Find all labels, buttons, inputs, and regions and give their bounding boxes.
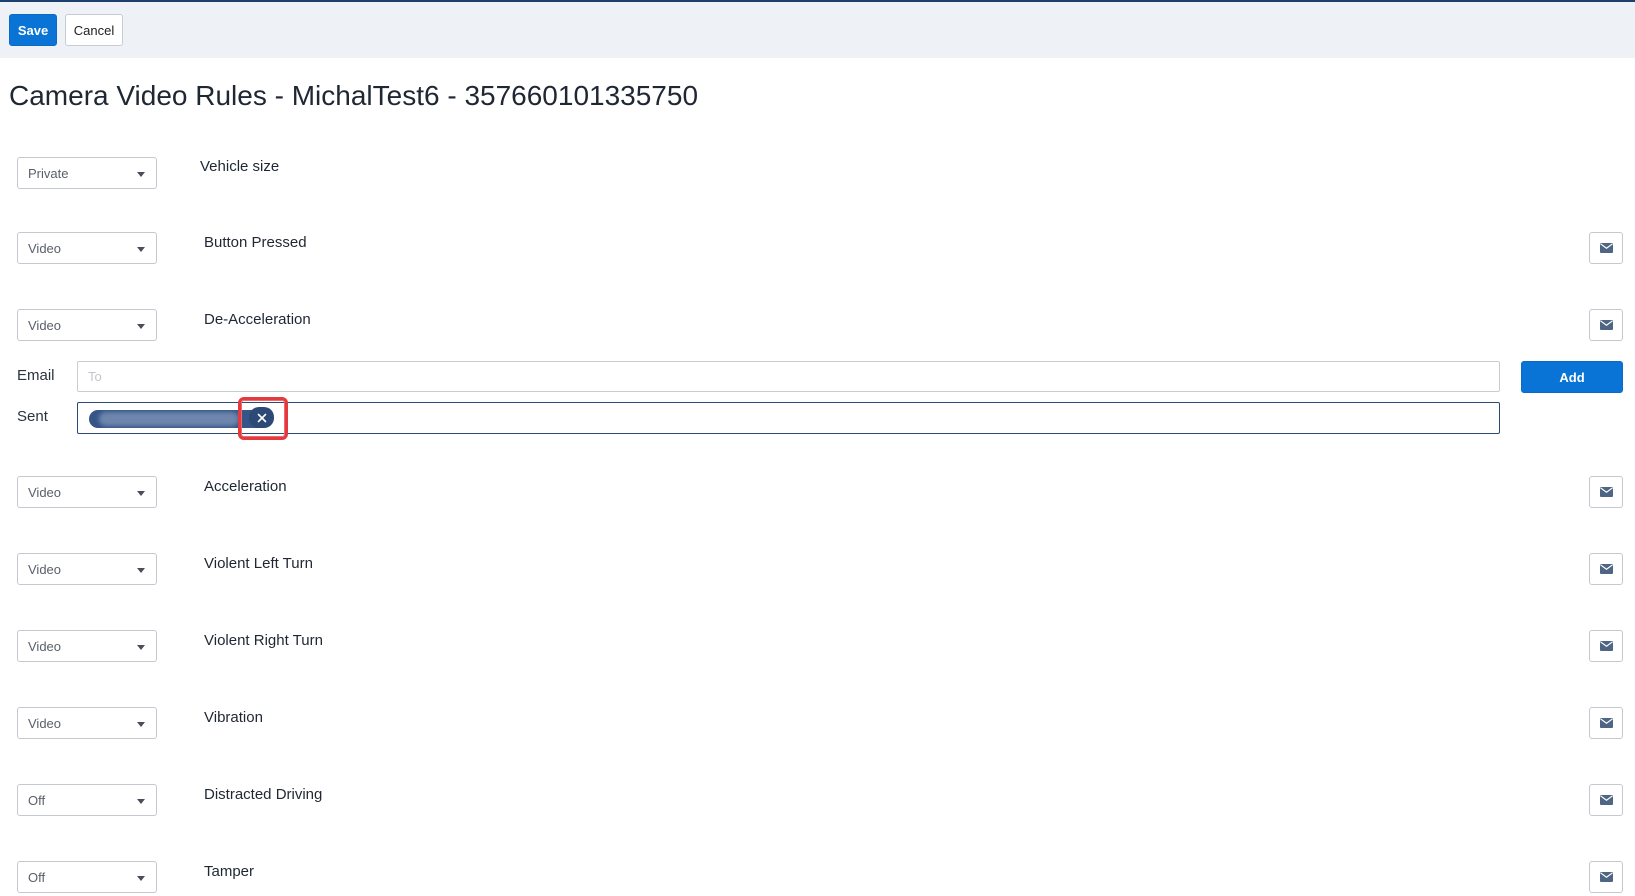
chevron-down-icon	[137, 491, 145, 496]
select-value: Off	[28, 793, 46, 808]
chevron-down-icon	[137, 324, 145, 329]
email-toggle-button[interactable]	[1589, 232, 1623, 264]
rule-row-violent-left-turn: Video Violent Left Turn	[0, 553, 1635, 587]
rule-label: Tamper	[204, 863, 255, 880]
rule-row-tamper: Off Tamper	[0, 861, 1635, 895]
envelope-icon	[1599, 641, 1613, 651]
envelope-icon	[1599, 564, 1613, 574]
select-value: Private	[28, 166, 69, 181]
rule-row-acceleration: Video Acceleration	[0, 476, 1635, 510]
save-button[interactable]: Save	[9, 14, 57, 46]
rule-label: Acceleration	[204, 478, 287, 495]
rule-row-vibration: Video Vibration	[0, 707, 1635, 741]
email-label: Email	[17, 367, 55, 384]
rule-mode-select[interactable]: Off	[17, 861, 157, 893]
rule-label: Button Pressed	[204, 234, 307, 251]
chevron-down-icon	[137, 247, 145, 252]
add-email-button[interactable]: Add	[1521, 361, 1623, 393]
select-value: Video	[28, 485, 62, 500]
rule-mode-select[interactable]: Video	[17, 707, 157, 739]
close-icon	[257, 413, 266, 422]
envelope-icon	[1599, 243, 1613, 253]
sent-recipients-box[interactable]	[77, 402, 1500, 434]
email-to-input[interactable]	[77, 361, 1500, 392]
chevron-down-icon	[137, 799, 145, 804]
chevron-down-icon	[137, 568, 145, 573]
envelope-icon	[1599, 795, 1613, 805]
select-value: Off	[28, 870, 46, 885]
rule-mode-select[interactable]: Video	[17, 630, 157, 662]
sent-label: Sent	[17, 408, 48, 425]
rule-label: Vehicle size	[200, 158, 280, 175]
select-value: Video	[28, 639, 62, 654]
cancel-button[interactable]: Cancel	[65, 14, 123, 46]
chevron-down-icon	[137, 722, 145, 727]
select-value: Video	[28, 241, 62, 256]
rule-row-distracted-driving: Off Distracted Driving	[0, 784, 1635, 818]
rule-mode-select[interactable]: Off	[17, 784, 157, 816]
select-value: Video	[28, 562, 62, 577]
rule-row-vehicle-size: Private Vehicle size	[0, 157, 1635, 191]
envelope-icon	[1599, 718, 1613, 728]
chevron-down-icon	[137, 172, 145, 177]
email-toggle-button[interactable]	[1589, 476, 1623, 508]
rule-label: Violent Left Turn	[204, 555, 313, 572]
envelope-icon	[1599, 872, 1613, 882]
chevron-down-icon	[137, 876, 145, 881]
envelope-icon	[1599, 487, 1613, 497]
email-toggle-button[interactable]	[1589, 630, 1623, 662]
rule-label: Vibration	[204, 709, 263, 726]
toolbar: Save Cancel	[0, 2, 1635, 58]
rule-mode-select[interactable]: Video	[17, 309, 157, 341]
select-value: Video	[28, 716, 62, 731]
rule-mode-select[interactable]: Video	[17, 476, 157, 508]
select-value: Video	[28, 318, 62, 333]
rule-row-button-pressed: Video Button Pressed	[0, 232, 1635, 266]
email-toggle-button[interactable]	[1589, 784, 1623, 816]
rule-mode-select[interactable]: Private	[17, 157, 157, 189]
page-title: Camera Video Rules - MichalTest6 - 35766…	[9, 80, 699, 111]
remove-recipient-button[interactable]	[249, 407, 274, 428]
rule-label: Violent Right Turn	[204, 632, 323, 649]
rule-label: De-Acceleration	[204, 311, 311, 328]
email-toggle-button[interactable]	[1589, 553, 1623, 585]
recipient-chip-redacted-text	[99, 412, 239, 426]
email-toggle-button[interactable]	[1589, 309, 1623, 341]
rule-row-de-acceleration: Video De-Acceleration	[0, 309, 1635, 343]
envelope-icon	[1599, 320, 1613, 330]
email-toggle-button[interactable]	[1589, 861, 1623, 893]
rule-row-violent-right-turn: Video Violent Right Turn	[0, 630, 1635, 664]
rule-mode-select[interactable]: Video	[17, 232, 157, 264]
chevron-down-icon	[137, 645, 145, 650]
rule-label: Distracted Driving	[204, 786, 323, 803]
email-toggle-button[interactable]	[1589, 707, 1623, 739]
rule-mode-select[interactable]: Video	[17, 553, 157, 585]
